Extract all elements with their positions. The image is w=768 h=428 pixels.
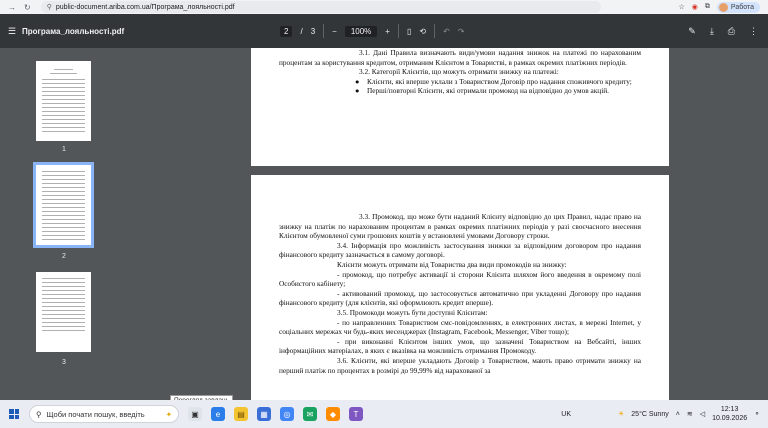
chevron-up-icon[interactable]: ˄: [676, 411, 680, 418]
clock[interactable]: 12:13 10.09.2026: [712, 405, 747, 423]
thumbnail-page-3[interactable]: [36, 272, 91, 352]
taskbar-search[interactable]: ⚲ Щоби почати пошук, введіть ✦: [29, 405, 179, 423]
thumbnail-page-2[interactable]: [33, 162, 94, 248]
paragraph: 3.1. Дані Правила визначають види/умови …: [279, 48, 641, 67]
copilot-sparkle-icon: ✦: [165, 409, 172, 419]
list-item-text: Перші/повторні Клієнти, які отримали про…: [367, 86, 609, 96]
teams-icon[interactable]: T: [349, 407, 363, 421]
site-info-icon[interactable]: ⚲: [47, 3, 52, 11]
reload-icon[interactable]: ↻: [24, 3, 31, 12]
extension-icon[interactable]: ◉: [692, 3, 698, 11]
profile-label: Работа: [730, 3, 754, 11]
fit-page-icon[interactable]: ▯: [407, 27, 411, 36]
zoom-in-button[interactable]: +: [385, 27, 390, 36]
windows-start-icon[interactable]: [9, 409, 19, 419]
print-icon[interactable]: ⎙: [728, 26, 735, 37]
thumbnail-label-1: 1: [62, 146, 66, 153]
menu-icon[interactable]: ☰: [4, 26, 20, 37]
undo-icon[interactable]: ↶: [443, 27, 450, 36]
paragraph: 3.3. Промокод, що може бути наданий Кліє…: [279, 212, 641, 241]
windows-taskbar: ⚲ Щоби почати пошук, введіть ✦ ▣ e ▤ ▦ ◎…: [0, 400, 768, 428]
puzzle-icon[interactable]: ⧉: [705, 3, 710, 11]
edge-browser-icon[interactable]: e: [211, 407, 225, 421]
toolbar-right: ✎ ⤓ ⎙ ⋮: [688, 26, 758, 37]
zoom-out-button[interactable]: −: [332, 27, 337, 36]
messenger-icon[interactable]: ✉: [303, 407, 317, 421]
paragraph: 3.6. Клієнти, які вперше укладають Догов…: [279, 355, 641, 375]
bullet-icon: ●: [355, 76, 360, 86]
thumbnail-label-2: 2: [62, 253, 66, 260]
task-view-icon[interactable]: ▣: [188, 407, 202, 421]
file-explorer-icon[interactable]: ▤: [234, 407, 248, 421]
more-options-icon[interactable]: ⋮: [749, 26, 758, 37]
list-item: ● Клієнти, які вперше уклали з Товариств…: [279, 77, 641, 87]
search-icon: ⚲: [36, 409, 42, 419]
paragraph: Клієнти можуть отримати від Товариства д…: [337, 259, 567, 269]
weather-icon: ☀: [618, 411, 625, 418]
file-name: Програма_лояльності.pdf: [22, 26, 125, 36]
nav-buttons: → ↻: [0, 3, 31, 12]
profile-button[interactable]: Работа: [716, 1, 760, 13]
avatar: [718, 2, 728, 12]
clock-time: 12:13: [720, 406, 739, 413]
thumbnail-page-1[interactable]: [36, 61, 91, 141]
redo-icon[interactable]: ↷: [458, 27, 465, 36]
paragraph: - промокод, що потребує активації зі сто…: [279, 269, 641, 289]
browser-chrome: → ↻ ⚲ public-document.ariba.com.ua/Прогр…: [0, 0, 768, 14]
page-controls: 2 / 3 − 100% + ▯ ⟲ ↶ ↷: [280, 24, 464, 38]
thumbnail-sidebar: 1 2 3: [0, 48, 128, 400]
list-item-text: Клієнти, які вперше уклали з Товариством…: [367, 76, 632, 86]
pdf-page-1: 3.1. Дані Правила визначають види/умови …: [251, 48, 669, 166]
paragraph: 3.4. Інформація про можливість застосува…: [279, 240, 641, 260]
browser-actions: ☆ ◉ ⧉ Работа: [679, 1, 768, 13]
thumbnail-label-3: 3: [62, 359, 66, 366]
bookmark-star-icon[interactable]: ☆: [679, 3, 685, 11]
zoom-input[interactable]: 100%: [344, 25, 378, 37]
download-icon[interactable]: ⤓: [710, 26, 714, 37]
divider: [434, 24, 436, 38]
url-text[interactable]: public-document.ariba.com.ua/Програма_ло…: [56, 4, 235, 11]
paragraph: 3.5. Промокоди можуть бути доступні Кліє…: [337, 307, 488, 317]
paragraph: - при виконанні Клієнтом інших умов, що …: [279, 336, 641, 356]
page-separator: /: [300, 26, 303, 36]
forward-icon[interactable]: →: [8, 3, 16, 12]
office-app-icon[interactable]: ◆: [326, 407, 340, 421]
pdf-page-2: 3.3. Промокод, що може бути наданий Кліє…: [251, 175, 669, 400]
divider: [323, 24, 325, 38]
bullet-icon: ●: [355, 86, 360, 96]
system-tray: UK ☀ 25°C Sunny ˄ ≋ ◁ 12:13 10.09.2026 ⚬: [561, 405, 760, 423]
annotate-icon[interactable]: ✎: [688, 26, 696, 37]
language-indicator[interactable]: UK: [561, 411, 571, 418]
weather-text[interactable]: 25°C Sunny: [631, 411, 668, 418]
paragraph: 3.2. Категорії Клієнтів, що можуть отрим…: [359, 67, 559, 77]
notification-bell-icon[interactable]: ⚬: [754, 410, 760, 418]
store-icon[interactable]: ▦: [257, 407, 271, 421]
wifi-icon[interactable]: ≋: [687, 410, 693, 418]
total-pages: 3: [310, 26, 316, 36]
paragraph: - активований промокод, що застосовуєтьс…: [279, 288, 641, 308]
rotate-icon[interactable]: ⟲: [419, 27, 426, 36]
paragraph: - по направленних Товариством смс-повідо…: [279, 317, 641, 337]
divider: [397, 24, 399, 38]
clock-date: 10.09.2026: [712, 415, 748, 422]
search-placeholder: Щоби почати пошук, введіть: [46, 409, 145, 419]
page-number-input[interactable]: 2: [280, 25, 293, 37]
address-bar[interactable]: ⚲ public-document.ariba.com.ua/Програма_…: [40, 1, 601, 13]
list-item: ● Перші/повторні Клієнти, які отримали п…: [279, 86, 641, 96]
volume-icon[interactable]: ◁: [700, 410, 705, 418]
chrome-icon[interactable]: ◎: [280, 407, 294, 421]
pdf-toolbar: ☰ Програма_лояльності.pdf 2 / 3 − 100% +…: [0, 14, 768, 48]
